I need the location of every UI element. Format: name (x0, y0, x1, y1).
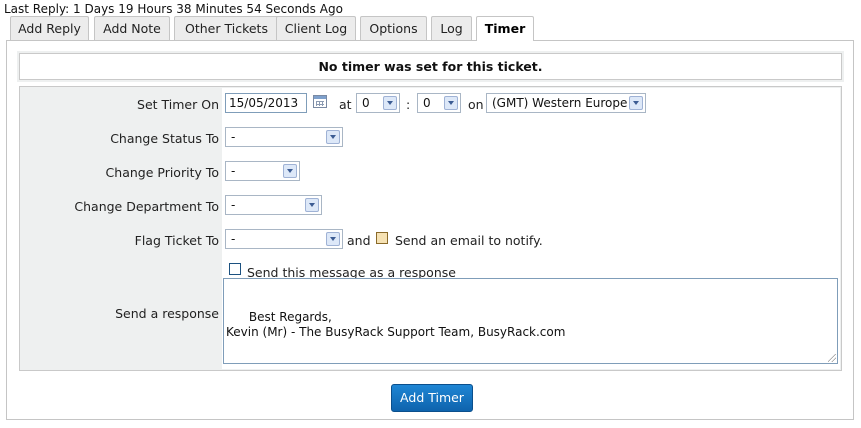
on-text: on (468, 97, 484, 112)
tab-add-reply[interactable]: Add Reply (10, 16, 89, 40)
department-select[interactable]: - (225, 195, 322, 215)
flag-select[interactable]: - (225, 229, 343, 249)
chevron-down-icon (629, 96, 643, 110)
resize-grip-icon[interactable] (828, 354, 836, 362)
tab-add-note[interactable]: Add Note (94, 16, 170, 40)
status-value: - (231, 130, 236, 144)
chevron-down-icon (444, 96, 458, 110)
hour-select[interactable]: 0 (356, 93, 400, 113)
minute-select[interactable]: 0 (417, 93, 461, 113)
chevron-down-icon (326, 130, 340, 144)
change-department-label: Change Department To (74, 199, 219, 214)
priority-value: - (231, 164, 236, 178)
chevron-down-icon (283, 164, 297, 178)
at-text: at (339, 97, 352, 112)
flag-value: - (231, 232, 236, 246)
chevron-down-icon (326, 232, 340, 246)
add-timer-button[interactable]: Add Timer (391, 384, 473, 412)
response-text: Best Regards, Kevin (Mr) - The BusyRack … (226, 310, 566, 339)
tab-log[interactable]: Log (431, 16, 472, 40)
set-timer-label: Set Timer On (137, 97, 219, 112)
priority-select[interactable]: - (225, 161, 300, 181)
date-input[interactable]: 15/05/2013 (225, 93, 307, 113)
timezone-value: (GMT) Western Europe (492, 96, 628, 110)
minute-value: 0 (423, 96, 431, 110)
calendar-icon[interactable] (313, 95, 327, 108)
status-select[interactable]: - (225, 127, 343, 147)
timer-panel: No timer was set for this ticket. Set Ti… (6, 40, 854, 420)
email-notify-label: Send an email to notify. (395, 233, 543, 248)
timezone-select[interactable]: (GMT) Western Europe (486, 93, 646, 113)
and-text: and (347, 233, 371, 248)
tab-other-tickets[interactable]: Other Tickets (174, 16, 279, 40)
send-response-label: Send a response (115, 306, 219, 321)
change-status-label: Change Status To (110, 131, 219, 146)
tab-options[interactable]: Options (360, 16, 427, 40)
send-as-response-checkbox[interactable] (229, 263, 241, 275)
response-textarea[interactable]: Best Regards, Kevin (Mr) - The BusyRack … (223, 278, 838, 364)
label-column (20, 87, 221, 370)
change-priority-label: Change Priority To (105, 165, 219, 180)
chevron-down-icon (305, 198, 319, 212)
no-timer-notice: No timer was set for this ticket. (19, 53, 842, 80)
tab-client-log[interactable]: Client Log (276, 16, 356, 40)
email-notify-checkbox[interactable] (376, 232, 388, 244)
chevron-down-icon (383, 96, 397, 110)
timer-form: Set Timer On 15/05/2013 at 0 : 0 on (GMT… (19, 86, 842, 371)
colon-text: : (406, 97, 411, 112)
flag-ticket-label: Flag Ticket To (134, 233, 219, 248)
tab-timer[interactable]: Timer (476, 16, 534, 41)
department-value: - (231, 198, 236, 212)
last-reply-text: Last Reply: 1 Days 19 Hours 38 Minutes 5… (4, 2, 343, 16)
hour-value: 0 (362, 96, 370, 110)
